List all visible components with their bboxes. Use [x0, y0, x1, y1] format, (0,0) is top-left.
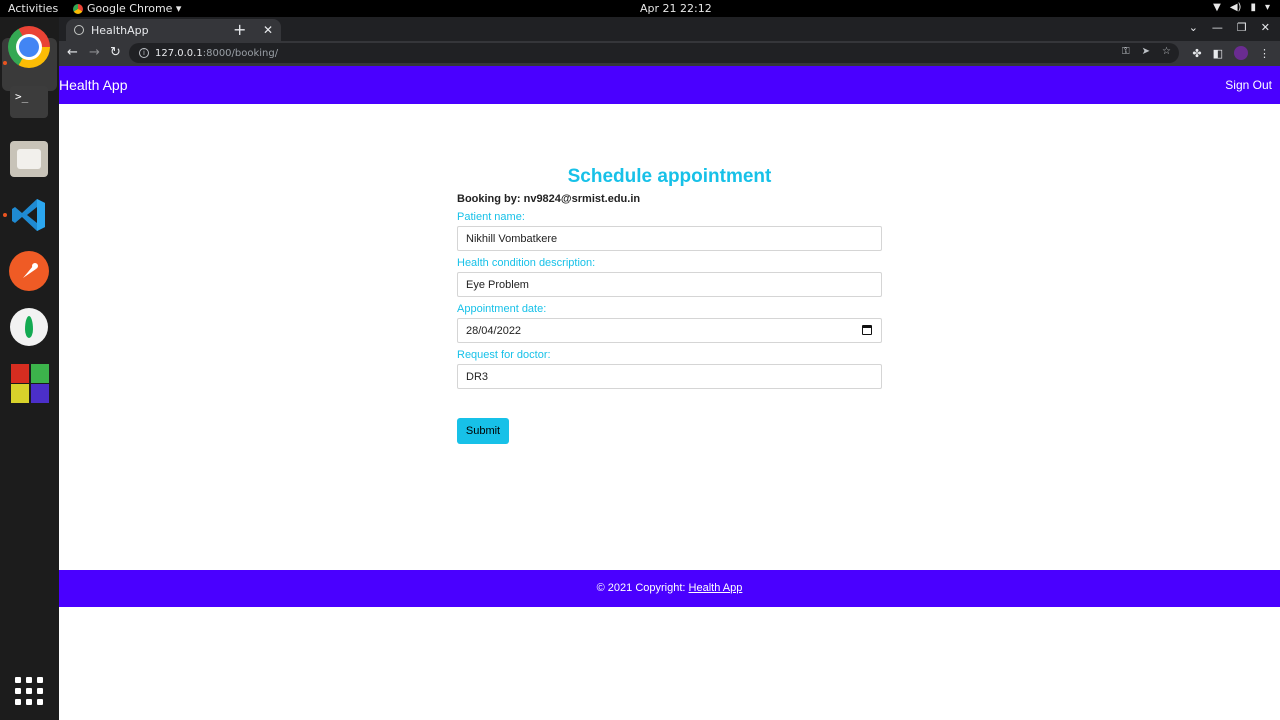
dock-show-apps[interactable]: [8, 670, 50, 712]
footer-link[interactable]: Health App: [689, 582, 743, 594]
terminal-icon: >_: [10, 86, 48, 118]
dock-files[interactable]: [8, 138, 50, 180]
send-icon[interactable]: ➤: [1142, 46, 1150, 57]
patient-name-input[interactable]: Nikhill Vombatkere: [457, 226, 882, 251]
toolbar-actions: ✤ ◧ ⋮: [1192, 46, 1270, 60]
blocks-app-icon: [10, 362, 49, 404]
booking-by-text: Booking by: nv9824@srmist.edu.in: [457, 193, 641, 205]
dock: >_: [0, 17, 59, 720]
appointment-date-label: Appointment date:: [457, 303, 547, 315]
gnome-top-bar: Activities Google Chrome ▾ Apr 21 22:12 …: [0, 0, 1280, 17]
url-host: 127.0.0.1: [155, 47, 203, 59]
star-icon[interactable]: ☆: [1162, 46, 1171, 57]
chrome-small-icon: [73, 3, 83, 14]
show-apps-icon: [15, 677, 43, 705]
window-controls: ⌄ — ❐ ✕: [1189, 21, 1270, 34]
address-bar[interactable]: i 127.0.0.1:8000/booking/ ⚿ ➤ ☆: [129, 43, 1179, 63]
calendar-icon[interactable]: [862, 325, 872, 335]
condition-label: Health condition description:: [457, 257, 596, 269]
postman-icon: [9, 251, 49, 291]
web-page: Health App Sign Out Schedule appointment…: [59, 66, 1280, 720]
browser-toolbar: ← → ↻ i 127.0.0.1:8000/booking/ ⚿ ➤ ☆ ✤ …: [59, 41, 1280, 66]
appointment-date-value: 28/04/2022: [466, 324, 522, 337]
reload-icon[interactable]: ↻: [110, 45, 121, 60]
back-arrow-icon[interactable]: ←: [67, 45, 78, 60]
chevron-down-icon[interactable]: ⌄: [1189, 21, 1198, 34]
condition-input[interactable]: Eye Problem: [457, 272, 882, 297]
appointment-date-input[interactable]: 28/04/2022: [457, 318, 882, 343]
activities-button[interactable]: Activities: [8, 2, 58, 15]
running-indicator: [3, 213, 7, 217]
forward-arrow-icon[interactable]: →: [89, 45, 100, 60]
tab-strip: HealthApp ✕ + ⌄ — ❐ ✕: [59, 17, 1280, 41]
dock-blocks-app[interactable]: [8, 362, 50, 404]
app-menu[interactable]: Google Chrome ▾: [73, 2, 181, 15]
profile-avatar-icon[interactable]: [1234, 46, 1248, 60]
side-panel-icon[interactable]: ◧: [1213, 47, 1223, 60]
dock-vscode[interactable]: [8, 194, 50, 236]
files-icon: [10, 141, 48, 177]
wifi-icon: ▼: [1213, 2, 1221, 13]
footer-text: © 2021 Copyright:: [596, 582, 689, 594]
patient-name-label: Patient name:: [457, 211, 525, 223]
doctor-label: Request for doctor:: [457, 349, 551, 361]
dock-terminal[interactable]: >_: [8, 81, 50, 123]
dock-postman[interactable]: [8, 250, 50, 292]
app-navbar: Health App Sign Out: [59, 66, 1280, 104]
volume-icon: ◀): [1229, 2, 1242, 13]
doctor-value: DR3: [466, 370, 489, 383]
tab-healthapp[interactable]: HealthApp ✕: [66, 19, 281, 41]
clock[interactable]: Apr 21 22:12: [640, 2, 712, 15]
globe-icon: [74, 25, 84, 35]
omnibox-actions: ⚿ ➤ ☆: [1122, 46, 1171, 57]
doctor-input[interactable]: DR3: [457, 364, 882, 389]
chevron-down-icon: ▾: [1264, 2, 1270, 13]
chrome-icon: [8, 26, 50, 68]
condition-value: Eye Problem: [466, 278, 529, 291]
url-path: :8000/booking/: [202, 47, 279, 59]
sign-out-link[interactable]: Sign Out: [1225, 78, 1272, 92]
footer: © 2021 Copyright: Health App: [59, 570, 1280, 607]
patient-name-value: Nikhill Vombatkere: [466, 232, 558, 245]
mongodb-compass-icon: [10, 308, 48, 346]
tab-title: HealthApp: [91, 23, 149, 37]
dock-mongodb[interactable]: [8, 306, 50, 348]
info-icon[interactable]: i: [139, 48, 149, 58]
running-indicator: [3, 61, 7, 65]
submit-button[interactable]: Submit: [457, 418, 509, 444]
close-window-icon[interactable]: ✕: [1261, 21, 1270, 34]
app-menu-label: Google Chrome ▾: [87, 2, 182, 15]
extensions-icon[interactable]: ✤: [1192, 47, 1201, 60]
booking-form: Schedule appointment Booking by: nv9824@…: [457, 166, 882, 389]
restore-icon[interactable]: ❐: [1237, 21, 1247, 34]
form-title: Schedule appointment: [567, 166, 772, 187]
new-tab-button[interactable]: +: [233, 20, 246, 39]
minimize-icon[interactable]: —: [1212, 21, 1223, 34]
brand-link[interactable]: Health App: [59, 77, 128, 93]
vscode-icon: [12, 199, 45, 231]
more-menu-icon[interactable]: ⋮: [1259, 47, 1270, 60]
close-icon[interactable]: ✕: [263, 23, 273, 37]
battery-icon: ▮: [1250, 2, 1256, 13]
system-tray[interactable]: ▼ ◀) ▮ ▾: [1213, 2, 1270, 14]
key-icon[interactable]: ⚿: [1122, 46, 1130, 57]
dock-chrome[interactable]: [8, 26, 50, 68]
